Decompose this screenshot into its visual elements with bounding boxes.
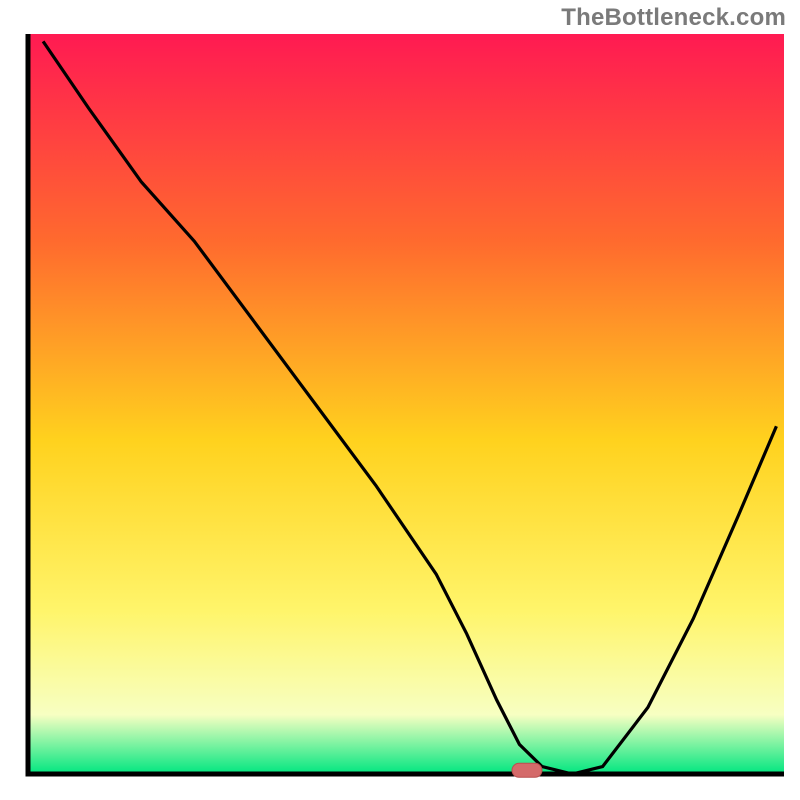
chart-frame: TheBottleneck.com <box>0 0 800 800</box>
optimal-marker <box>512 763 542 777</box>
watermark-text: TheBottleneck.com <box>561 4 786 32</box>
bottleneck-chart-svg <box>0 0 800 800</box>
